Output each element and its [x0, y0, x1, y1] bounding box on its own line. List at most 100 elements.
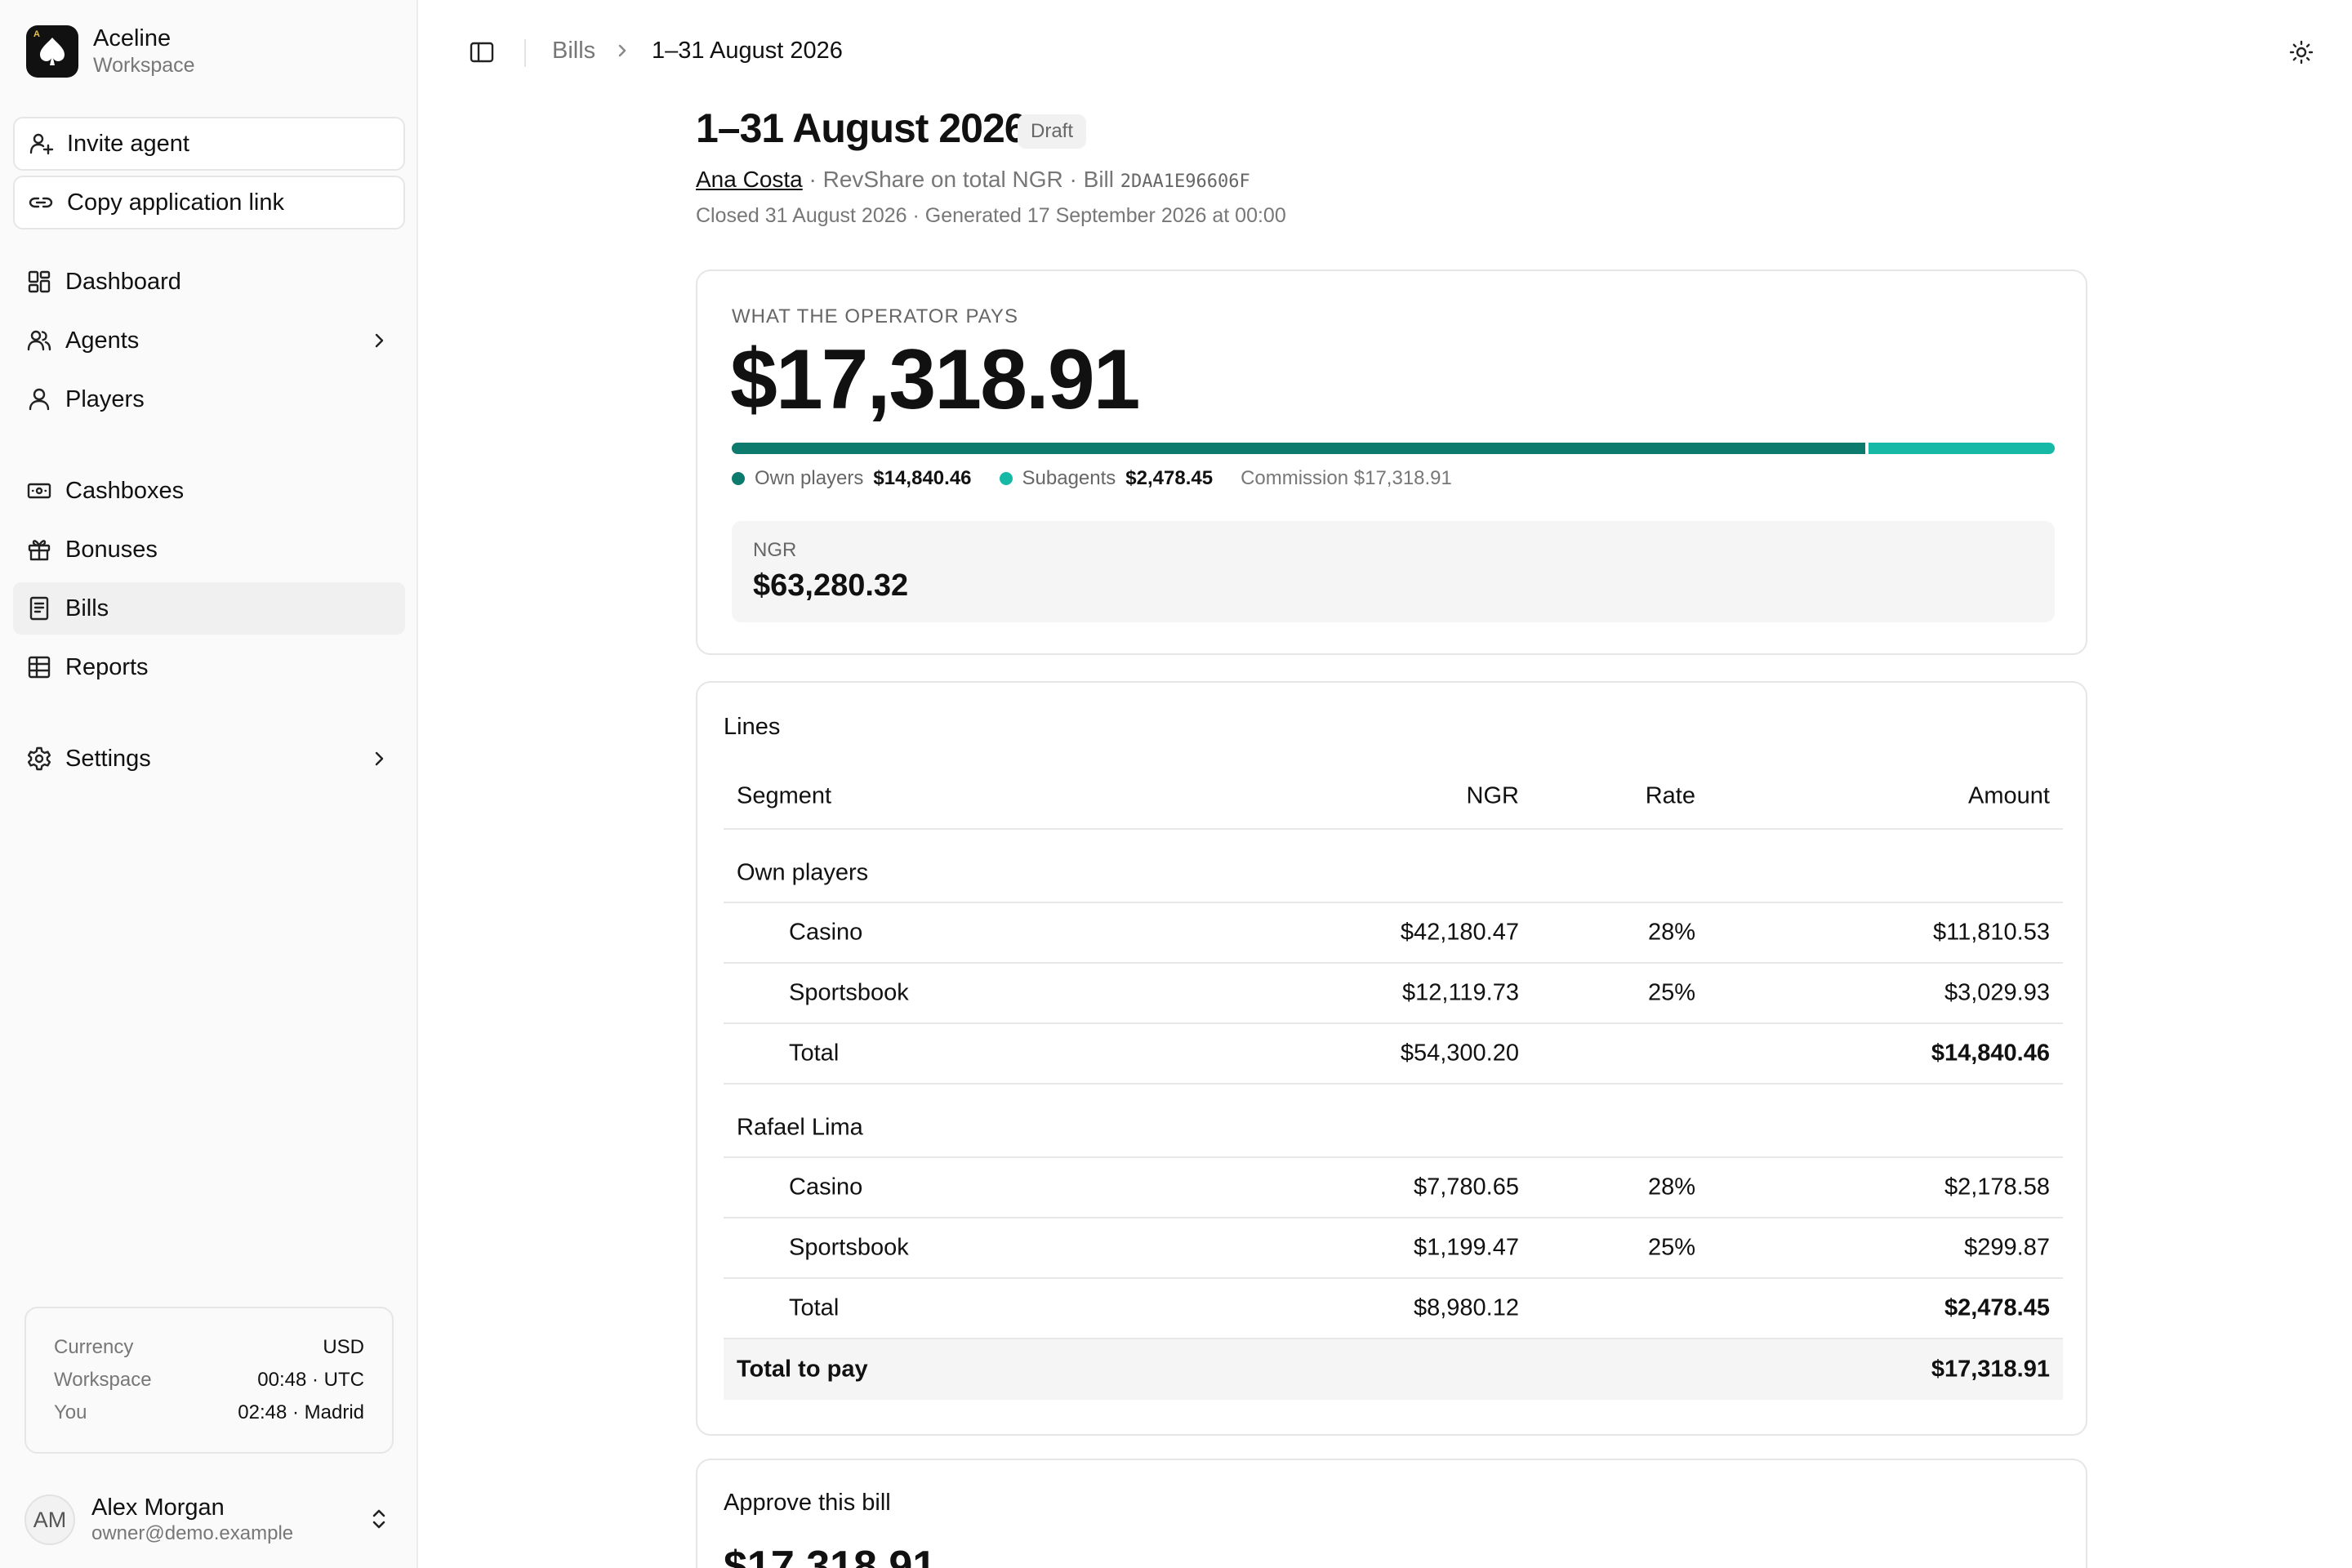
header-amount: Amount	[1968, 782, 2050, 809]
sidebar-item-players[interactable]: Players	[13, 373, 405, 425]
subtotal-label: Total	[789, 1294, 840, 1321]
legend-own-label: Own players	[755, 467, 864, 489]
cashbox-icon	[27, 483, 51, 499]
sidebar-toggle-icon[interactable]	[469, 39, 495, 65]
breadcrumb-current: 1–31 August 2026	[652, 38, 843, 64]
link-icon	[29, 197, 53, 208]
gear-icon	[27, 746, 51, 771]
chevron-right-icon	[618, 44, 626, 57]
logo-letter: A	[33, 29, 40, 39]
subtotal-row: Total $8,980.12 $2,478.45	[724, 1279, 2063, 1339]
payment-label: WHAT THE OPERATOR PAYS	[732, 305, 1018, 327]
time-key: Currency	[54, 1336, 134, 1358]
row-rate: 28%	[1647, 919, 1695, 946]
sidebar-item-bonuses[interactable]: Bonuses	[13, 523, 405, 576]
sidebar-item-label: Bonuses	[65, 536, 158, 563]
header-ngr: NGR	[1466, 782, 1519, 809]
time-card: Currency USD Workspace 00:48 · UTC You 0…	[24, 1307, 394, 1454]
group-name: Own players	[737, 859, 869, 886]
sidebar-item-label: Bills	[65, 595, 109, 621]
spade-logo-icon: A	[26, 25, 78, 78]
brand[interactable]: A Aceline Workspace	[26, 24, 195, 78]
row-amount: $2,178.58	[1944, 1174, 2050, 1200]
subtotal-row: Total $54,300.20 $14,840.46	[724, 1024, 2063, 1085]
row-ngr: $7,780.65	[1413, 1174, 1519, 1200]
split-bar-subagents	[1869, 443, 2055, 454]
table-row: Sportsbook $1,199.47 25% $299.87	[724, 1218, 2063, 1279]
row-ngr: $42,180.47	[1400, 919, 1519, 946]
split-bar-own	[732, 443, 1865, 454]
legend-sub-value: $2,478.45	[1125, 467, 1214, 489]
bill-dates: Closed 31 August 2026 · Generated 17 Sep…	[696, 204, 1286, 227]
grand-total-amount: $17,318.91	[1931, 1356, 2050, 1383]
row-segment: Sportsbook	[789, 979, 909, 1006]
bill-meta: Ana Costa · RevShare on total NGR · Bill…	[696, 167, 1250, 193]
sidebar-item-dashboard[interactable]: Dashboard	[13, 256, 405, 308]
status-badge: Draft	[1018, 114, 1087, 149]
row-ngr: $12,119.73	[1402, 979, 1519, 1006]
time-value: 00:48 · UTC	[257, 1369, 364, 1391]
row-amount: $11,810.53	[1933, 919, 2050, 946]
subagents-dot-icon	[999, 472, 1013, 485]
receipt-icon	[29, 596, 49, 621]
invite-agent-label: Invite agent	[67, 130, 189, 157]
approve-card: Approve this bill $17,318.91	[696, 1459, 2087, 1568]
table-row: Sportsbook $12,119.73 25% $3,029.93	[724, 964, 2063, 1024]
ngr-label: NGR	[753, 539, 797, 561]
row-amount: $3,029.93	[1944, 979, 2050, 1006]
row-rate: 25%	[1647, 979, 1695, 1006]
sidebar: A Aceline Workspace Invite agent Copy ap…	[0, 0, 418, 1568]
sun-icon[interactable]	[2288, 39, 2314, 65]
sidebar-item-label: Settings	[65, 745, 151, 772]
time-row-currency: Currency USD	[54, 1331, 364, 1364]
table-row: Casino $7,780.65 28% $2,178.58	[724, 1158, 2063, 1218]
lines-title: Lines	[724, 714, 781, 740]
avatar: AM	[24, 1494, 75, 1545]
user-menu[interactable]: AM Alex Morgan owner@demo.example	[24, 1491, 394, 1548]
row-rate: 25%	[1647, 1234, 1695, 1261]
row-amount: $299.87	[1964, 1234, 2050, 1261]
page-title: 1–31 August 2026	[696, 105, 1027, 151]
time-value: USD	[323, 1336, 364, 1358]
invite-agent-button[interactable]: Invite agent	[13, 117, 405, 171]
lines-card: Lines Segment NGR Rate Amount Own player…	[696, 681, 2087, 1436]
brand-sub: Workspace	[93, 54, 195, 77]
user-email: owner@demo.example	[91, 1522, 294, 1544]
approve-title: Approve this bill	[724, 1490, 891, 1516]
row-segment: Casino	[789, 1174, 863, 1200]
row-segment: Sportsbook	[789, 1234, 909, 1261]
row-ngr: $1,199.47	[1413, 1234, 1519, 1261]
users-icon	[27, 330, 51, 351]
sidebar-item-label: Reports	[65, 653, 149, 680]
split-legend: Own players $14,840.46 Subagents $2,478.…	[732, 467, 1452, 490]
header-segment: Segment	[737, 782, 832, 809]
sidebar-item-label: Players	[65, 385, 145, 412]
grand-total-label: Total to pay	[737, 1356, 868, 1383]
group-name: Rafael Lima	[737, 1114, 863, 1141]
legend-own-value: $14,840.46	[873, 467, 972, 489]
agent-link[interactable]: Ana Costa	[696, 167, 803, 192]
table-header: Segment NGR Rate Amount	[724, 764, 2063, 830]
brand-name: Aceline	[93, 25, 172, 51]
subtotal-amount: $2,478.45	[1944, 1294, 2050, 1321]
time-row-you: You 02:48 · Madrid	[54, 1396, 364, 1429]
bill-code: 2DAA1E96606F	[1120, 172, 1250, 192]
sidebar-item-reports[interactable]: Reports	[13, 641, 405, 693]
time-value: 02:48 · Madrid	[238, 1401, 364, 1423]
sidebar-item-cashboxes[interactable]: Cashboxes	[13, 465, 405, 517]
sidebar-item-settings[interactable]: Settings	[13, 733, 405, 785]
breadcrumb-bills-link[interactable]: Bills	[552, 38, 595, 65]
subtotal-label: Total	[789, 1040, 840, 1067]
header-rate: Rate	[1645, 782, 1695, 809]
dashboard-icon	[28, 270, 51, 293]
subtotal-ngr: $54,300.20	[1400, 1040, 1519, 1067]
row-segment: Casino	[789, 919, 863, 946]
sidebar-item-bills[interactable]: Bills	[13, 582, 405, 635]
copy-application-link-label: Copy application link	[67, 189, 284, 216]
copy-application-link-button[interactable]: Copy application link	[13, 176, 405, 229]
sidebar-item-agents[interactable]: Agents	[13, 314, 405, 367]
subtotal-amount: $14,840.46	[1931, 1040, 2050, 1067]
ngr-value: $63,280.32	[753, 568, 909, 603]
time-key: You	[54, 1401, 87, 1423]
bill-plan: · RevShare on total NGR · Bill	[802, 167, 1120, 192]
